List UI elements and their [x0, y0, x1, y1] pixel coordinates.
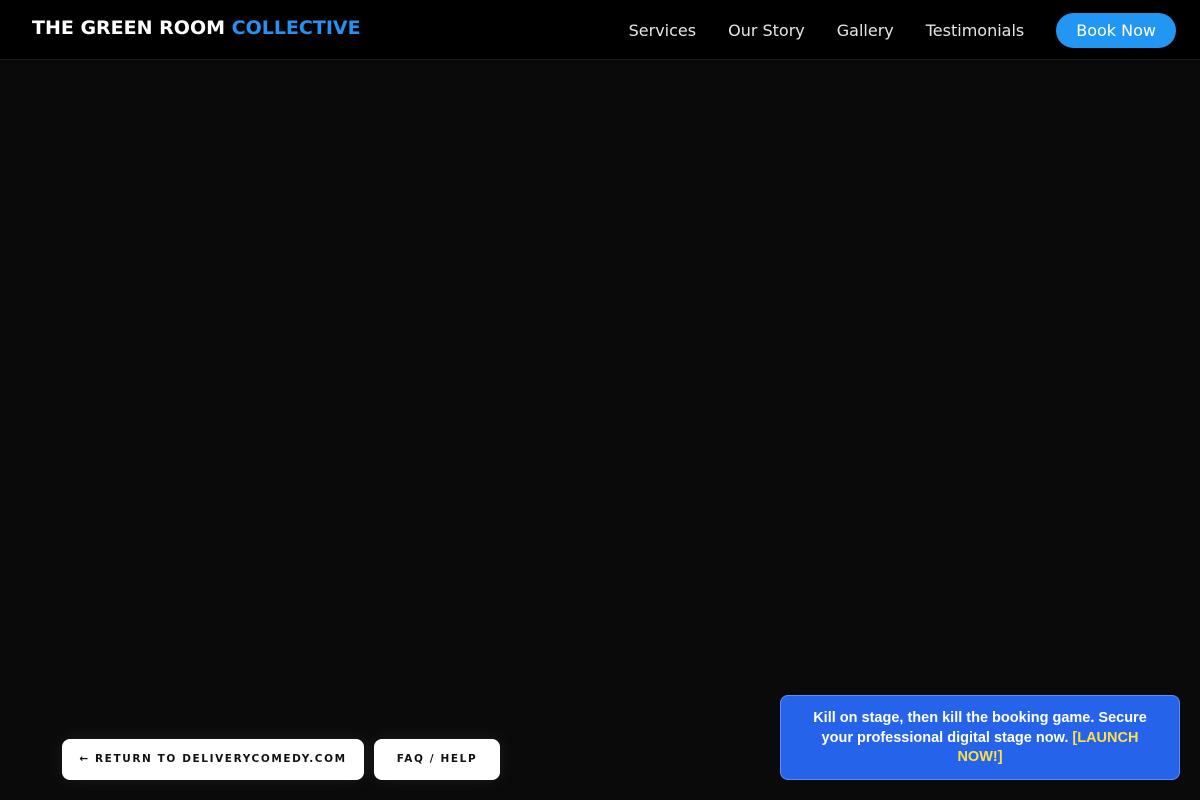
nav-link-gallery[interactable]: Gallery	[837, 21, 894, 40]
faq-help-button[interactable]: FAQ / HELP	[374, 739, 500, 780]
nav-link-testimonials[interactable]: Testimonials	[926, 21, 1025, 40]
promo-banner[interactable]: Kill on stage, then kill the booking gam…	[780, 695, 1180, 780]
top-navbar: THE GREEN ROOM COLLECTIVE Services Our S…	[0, 0, 1200, 60]
nav-links: Services Our Story Gallery Testimonials …	[629, 0, 1176, 60]
book-now-button[interactable]: Book Now	[1056, 12, 1176, 48]
brand-logo[interactable]: THE GREEN ROOM COLLECTIVE	[32, 17, 361, 39]
brand-main-text: THE GREEN ROOM	[32, 17, 232, 39]
brand-accent-text: COLLECTIVE	[231, 17, 361, 39]
return-to-site-button[interactable]: ← RETURN TO DELIVERYCOMEDY.COM	[62, 739, 364, 780]
nav-link-services[interactable]: Services	[629, 21, 696, 40]
footer-button-group: ← RETURN TO DELIVERYCOMEDY.COM FAQ / HEL…	[62, 739, 500, 780]
nav-link-our-story[interactable]: Our Story	[728, 21, 805, 40]
